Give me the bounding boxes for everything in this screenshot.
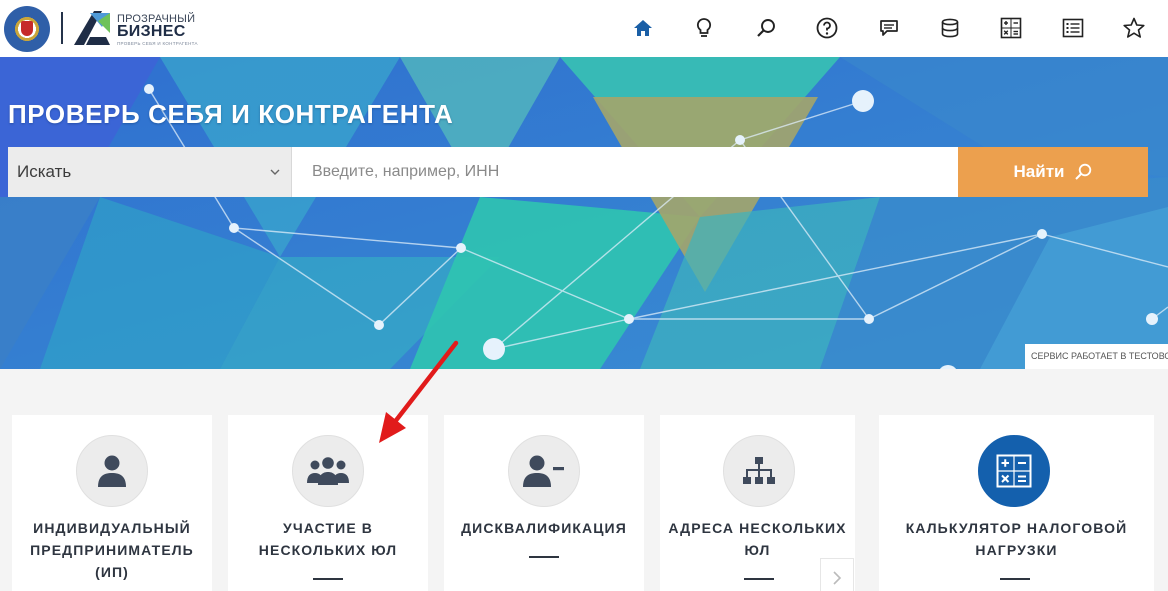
nav-data[interactable] (936, 14, 964, 42)
card-label: КАЛЬКУЛЯТОР НАЛОГОВОЙ НАГРУЗКИ (905, 520, 1128, 558)
hero-banner: ПРОВЕРЬ СЕБЯ И КОНТРАГЕНТА Искать Найти … (0, 57, 1168, 369)
search-input[interactable] (292, 147, 958, 197)
hierarchy-icon (743, 457, 775, 484)
top-header: ПРОЗРАЧНЫЙ БИЗНЕС ПРОВЕРЬ СЕБЯ И КОНТРАГ… (0, 0, 1168, 57)
card-label: АДРЕСА НЕСКОЛЬКИХ ЮЛ (668, 520, 847, 558)
person-minus-icon (523, 455, 564, 487)
service-card-participation[interactable]: УЧАСТИЕ В НЕСКОЛЬКИХ ЮЛ (228, 415, 428, 591)
nav-help[interactable] (813, 14, 841, 42)
nav-calculator[interactable] (997, 14, 1025, 42)
search-bar: Искать Найти (8, 147, 1148, 197)
fns-emblem-logo[interactable] (4, 6, 50, 52)
star-icon (1123, 17, 1145, 38)
card-label: УЧАСТИЕ В НЕСКОЛЬКИХ ЮЛ (258, 520, 398, 558)
card-icon-circle (292, 435, 364, 507)
search-button-label: Найти (1013, 162, 1065, 181)
service-card-disqualification[interactable]: ДИСКВАЛИФИКАЦИЯ (444, 415, 644, 591)
calculator-icon (1001, 17, 1022, 39)
card-icon-circle (978, 435, 1050, 507)
home-icon (634, 20, 652, 36)
nav-home[interactable] (629, 14, 657, 42)
service-card-tax-calculator[interactable]: КАЛЬКУЛЯТОР НАЛОГОВОЙ НАГРУЗКИ (879, 415, 1154, 591)
services-section: ИНДИВИДУАЛЬНЫЙ ПРЕДПРИНИМАТЕЛЬ (ИП) УЧАС… (0, 369, 1168, 591)
search-type-value: Искать (17, 162, 72, 181)
lightbulb-icon (697, 18, 712, 37)
group-icon (307, 457, 349, 485)
card-icon-circle (723, 435, 795, 507)
card-divider (744, 578, 774, 580)
brand-name-main: БИЗНЕС (117, 23, 186, 40)
search-button[interactable]: Найти (958, 147, 1148, 197)
card-divider (313, 578, 343, 580)
calculator-icon (996, 454, 1032, 488)
database-icon (941, 18, 959, 38)
card-icon-circle (508, 435, 580, 507)
chevron-down-icon (270, 169, 280, 175)
brand-tagline: ПРОВЕРЬ СЕБЯ И КОНТРАГЕНТА (117, 41, 198, 46)
chevron-right-icon (833, 571, 842, 585)
help-icon (816, 17, 838, 39)
card-icon-circle (76, 435, 148, 507)
service-card-ip[interactable]: ИНДИВИДУАЛЬНЫЙ ПРЕДПРИНИМАТЕЛЬ (ИП) (12, 415, 212, 591)
nav-registry[interactable] (1059, 14, 1087, 42)
test-mode-badge: СЕРВИС РАБОТАЕТ В ТЕСТОВОМ РЕЖИМЕ (1025, 344, 1168, 369)
nav-ideas[interactable] (690, 14, 718, 42)
chat-icon (879, 20, 898, 36)
brand-logo-icon[interactable] (72, 7, 112, 47)
nav-search[interactable] (752, 14, 780, 42)
card-label: ИНДИВИДУАЛЬНЫЙ ПРЕДПРИНИМАТЕЛЬ (ИП) (30, 520, 194, 580)
person-icon (98, 455, 126, 487)
main-nav (629, 14, 1168, 42)
search-type-select[interactable]: Искать (8, 147, 292, 197)
nav-favorites[interactable] (1120, 14, 1148, 42)
list-icon (1062, 18, 1084, 38)
card-label: ДИСКВАЛИФИКАЦИЯ (461, 520, 627, 536)
search-icon (757, 19, 775, 37)
nav-feedback[interactable] (875, 14, 903, 42)
search-icon (1075, 163, 1092, 180)
carousel-next-button[interactable] (820, 558, 854, 591)
card-divider (1000, 578, 1030, 580)
logo-divider (61, 12, 63, 44)
card-divider (529, 556, 559, 558)
hero-title: ПРОВЕРЬ СЕБЯ И КОНТРАГЕНТА (8, 99, 454, 129)
